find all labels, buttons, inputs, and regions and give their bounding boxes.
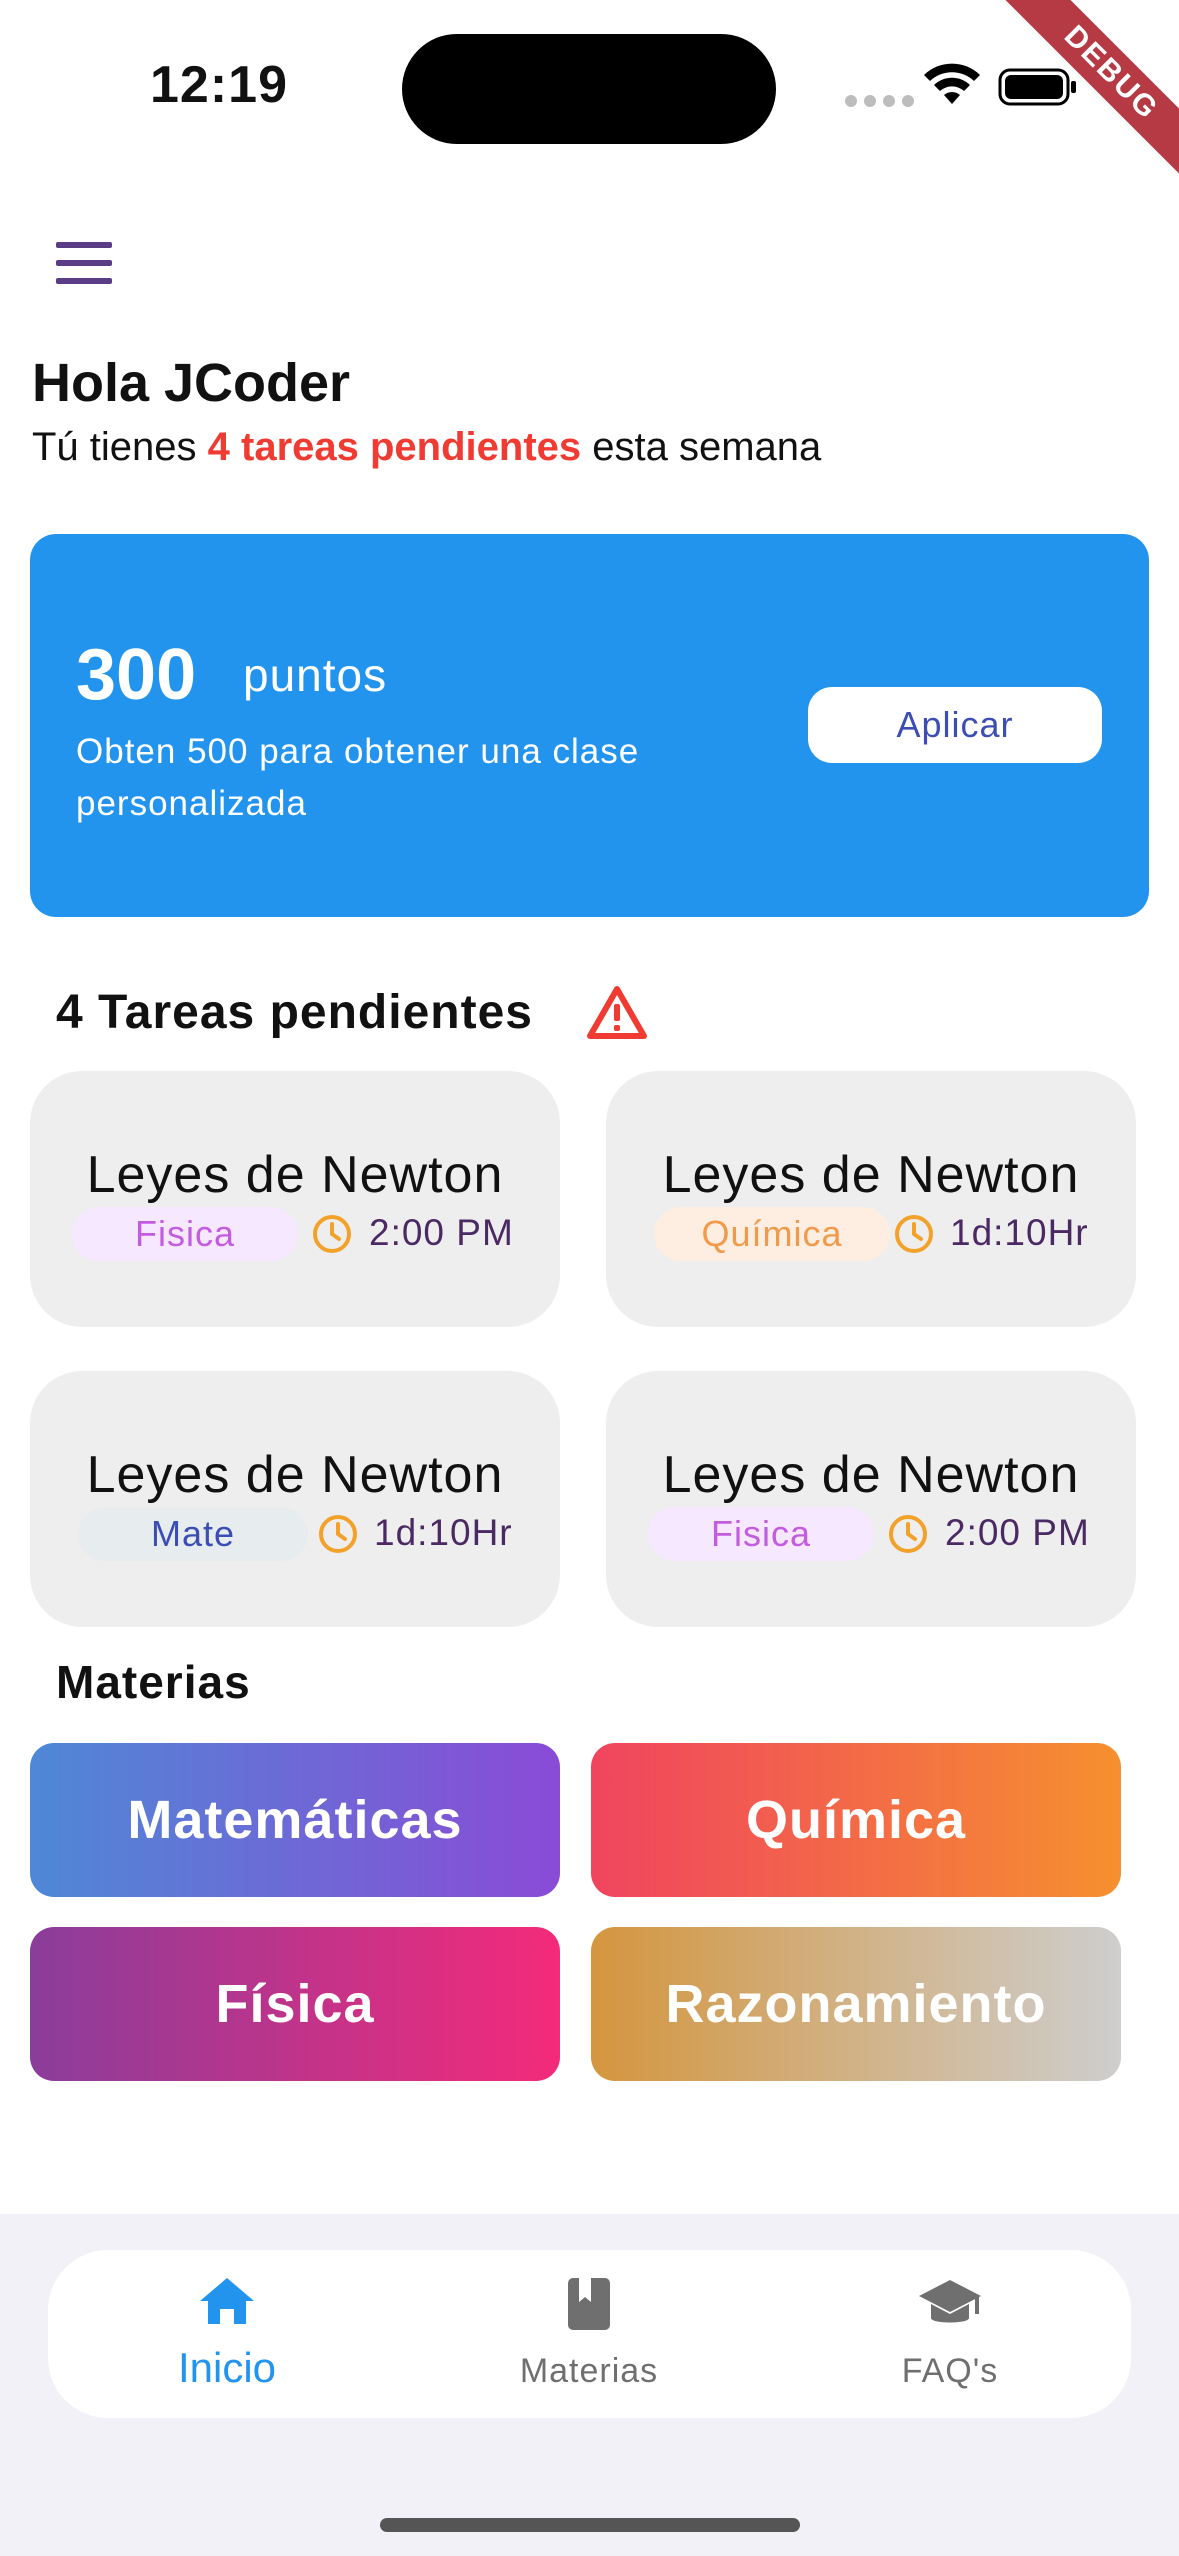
task-due: 2:00 PM [945, 1512, 1090, 1553]
task-title: Leyes de Newton [86, 1446, 504, 1504]
status-time: 12:19 [150, 56, 288, 114]
clock-icon [889, 1515, 927, 1553]
subtitle-suffix: esta semana [581, 425, 822, 469]
clock-icon [313, 1215, 351, 1253]
warning-icon [587, 986, 647, 1039]
menu-icon[interactable] [56, 242, 112, 284]
subject-button-quimica[interactable]: Química [591, 1743, 1121, 1897]
subject-button-matematicas[interactable]: Matemáticas [30, 1743, 560, 1897]
task-tag: Mate [78, 1507, 308, 1561]
points-label: puntos [243, 649, 388, 701]
wifi-icon [924, 63, 980, 104]
clock-icon [319, 1515, 357, 1553]
clock-icon [895, 1215, 933, 1253]
cellular-signal-icon [845, 95, 914, 107]
subtitle-prefix: Tú tienes [32, 425, 208, 469]
points-value: 300 [76, 635, 197, 715]
task-card[interactable]: Leyes de Newton Fisica 2:00 PM [30, 1071, 560, 1327]
task-card[interactable]: Leyes de Newton Química 1d:10Hr [606, 1071, 1136, 1327]
home-indicator [380, 2518, 800, 2532]
bottom-nav: Inicio Materias FAQ's [48, 2250, 1131, 2418]
task-due: 1d:10Hr [374, 1512, 513, 1553]
nav-label: Materias [519, 2352, 659, 2390]
pending-tasks-highlight: 4 tareas pendientes [207, 425, 582, 469]
subject-button-razonamiento[interactable]: Razonamiento [591, 1927, 1121, 2081]
materias-section-title: Materias [56, 1656, 251, 1708]
task-title: Leyes de Newton [662, 1146, 1080, 1204]
greeting-title: Hola JCoder [32, 353, 351, 413]
dynamic-island [402, 34, 776, 144]
nav-item-inicio[interactable]: Inicio [77, 2250, 377, 2418]
book-icon [568, 2278, 610, 2330]
points-card: 300 puntos Obten 500 para obtener una cl… [30, 534, 1149, 917]
task-card[interactable]: Leyes de Newton Mate 1d:10Hr [30, 1371, 560, 1627]
tasks-section-title: 4 Tareas pendientes [56, 986, 533, 1039]
apply-button[interactable]: Aplicar [808, 687, 1102, 763]
task-tag: Química [654, 1207, 890, 1261]
task-title: Leyes de Newton [662, 1446, 1080, 1504]
nav-label: FAQ's [901, 2352, 999, 2390]
task-tag: Fisica [72, 1207, 298, 1261]
subject-button-fisica[interactable]: Física [30, 1927, 560, 2081]
task-card[interactable]: Leyes de Newton Fisica 2:00 PM [606, 1371, 1136, 1627]
nav-item-faqs[interactable]: FAQ's [800, 2250, 1100, 2418]
task-due: 1d:10Hr [950, 1212, 1089, 1253]
debug-banner: DEBUG [979, 0, 1179, 200]
greeting-subtitle: Tú tienes 4 tareas pendientes esta seman… [32, 425, 821, 470]
nav-label: Inicio [177, 2344, 277, 2391]
graduation-cap-icon [919, 2280, 981, 2323]
task-title: Leyes de Newton [86, 1146, 504, 1204]
points-description: Obten 500 para obtener una clase persona… [76, 732, 640, 823]
nav-item-materias[interactable]: Materias [439, 2250, 739, 2418]
task-tag: Fisica [648, 1507, 874, 1561]
task-due: 2:00 PM [369, 1212, 514, 1253]
debug-banner-label: DEBUG [995, 0, 1179, 189]
home-icon [200, 2278, 254, 2324]
